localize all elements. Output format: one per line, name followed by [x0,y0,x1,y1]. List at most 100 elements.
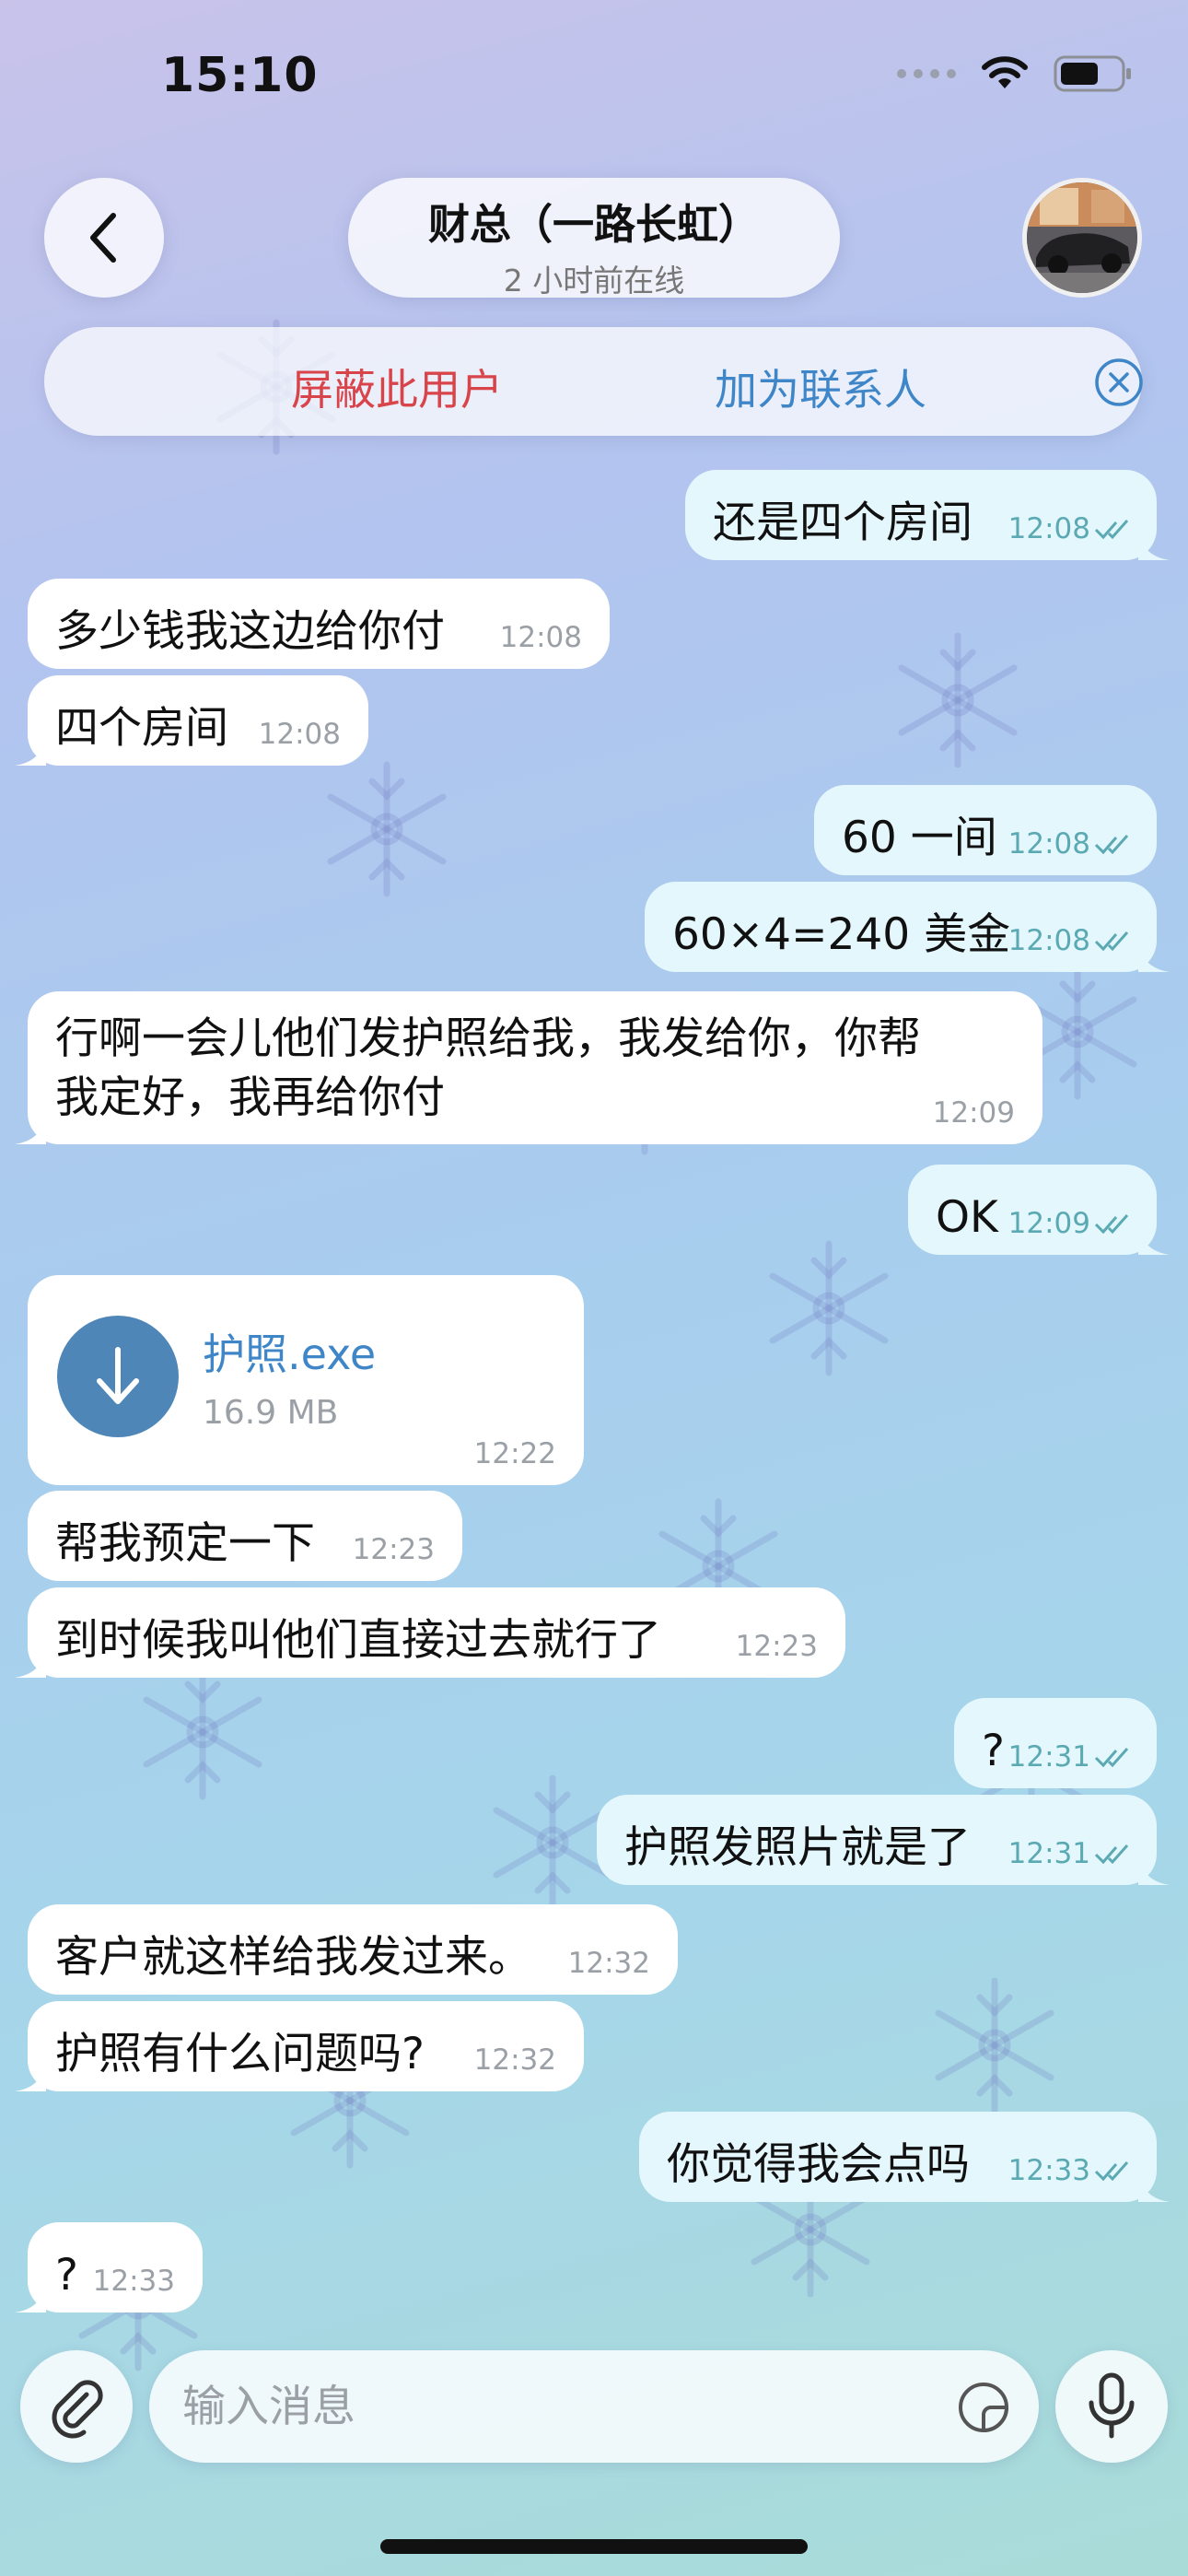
message-input[interactable] [182,2371,919,2442]
message-time: 12:23 [735,1630,818,1663]
paperclip-icon [52,2380,103,2439]
add-contact-button[interactable]: 加为联系人 [715,357,926,417]
status-icons [897,55,1133,92]
double-check-icon [1094,835,1129,855]
double-check-icon [1094,1748,1129,1768]
battery-icon [1054,55,1131,92]
bubble-tail [15,738,46,766]
chat-title[interactable]: 财总（一路长虹） 2 小时前在线 [348,178,840,299]
message-text: ? [982,1726,1005,1776]
message-text: 还是四个房间 [713,498,973,548]
message-outgoing[interactable]: 还是四个房间 12:08 [685,470,1170,560]
message-time: 12:09 [932,1096,1015,1130]
message-time: 12:09 [1007,1207,1090,1240]
message-time: 12:08 [499,621,582,654]
message-incoming[interactable]: 多少钱我这边给你付 12:08 [28,579,610,669]
bubble-tail [1138,533,1170,560]
message-outgoing[interactable]: 60×4=240 美金 12:08 [645,882,1170,972]
message-composer [149,2350,1039,2463]
message-outgoing[interactable]: ? 12:31 [954,1698,1157,1788]
file-message[interactable]: 护照.exe 16.9 MB 12:22 [28,1275,584,1485]
back-button[interactable] [44,178,164,298]
close-circle-icon[interactable] [1094,357,1144,407]
message-outgoing[interactable]: 护照发照片就是了 12:31 [597,1795,1170,1885]
message-text: 60×4=240 美金 [672,909,1011,960]
message-time: 12:32 [567,1947,650,1980]
message-text: 护照发照片就是了 [624,1822,971,1873]
message-time: 12:22 [473,1437,556,1470]
message-outgoing[interactable]: OK 12:09 [908,1165,1170,1255]
message-text: 到时候我叫他们直接过去就行了 [55,1615,661,1666]
message-meta: 12:31 [1008,1837,1135,1870]
bubble-tail [1138,944,1170,972]
message-time: 12:31 [1007,1740,1090,1774]
avatar-image [1027,182,1137,293]
block-user-button[interactable]: 屏蔽此用户 [291,357,503,417]
double-check-icon [1094,2161,1129,2182]
contact-action-bar: 屏蔽此用户 加为联系人 [44,327,1144,436]
avatar[interactable] [1022,178,1142,298]
message-meta: 12:08 [1008,924,1135,957]
signal-dots-icon [897,69,956,78]
message-incoming[interactable]: 帮我预定一下 12:23 [28,1491,462,1581]
message-meta: 12:31 [1008,1740,1135,1774]
home-indicator [380,2539,808,2554]
download-button[interactable] [57,1316,179,1437]
file-name[interactable]: 护照.exe [203,1325,376,1384]
message-text: OK [936,1192,998,1243]
message-text: ? [55,2250,78,2301]
bubble-tail [1138,1227,1170,1255]
message-text: 帮我预定一下 [55,1518,315,1569]
last-seen-status: 2 小时前在线 [503,263,685,299]
message-time: 12:33 [92,2265,175,2298]
sticker-icon[interactable] [956,2380,1011,2435]
message-text: 60 一间 [842,813,997,863]
message-meta: 12:33 [1008,2154,1135,2187]
chevron-left-icon [90,213,116,263]
double-check-icon [1094,1844,1129,1865]
message-time: 12:08 [1007,827,1090,861]
double-check-icon [1094,520,1129,540]
contact-name: 财总（一路长虹） [427,200,760,249]
message-text-line-1: 行啊一会儿他们发护照给我，我发给你，你帮 [55,1013,921,1064]
download-arrow-icon [97,1347,139,1404]
message-meta: 12:08 [1008,512,1135,545]
message-time: 12:33 [1007,2154,1090,2187]
file-size: 16.9 MB [203,1394,339,1432]
message-outgoing[interactable]: 60 一间 12:08 [814,785,1157,875]
bubble-tail [1138,2174,1170,2202]
attach-button[interactable] [20,2350,133,2463]
status-time: 15:10 [161,48,319,103]
bubble-tail [15,1117,46,1144]
message-time: 12:08 [1007,924,1090,957]
message-time: 12:23 [352,1533,435,1566]
message-meta: 12:08 [1008,827,1135,861]
message-time: 12:08 [1007,512,1090,545]
double-check-icon [1094,931,1129,952]
message-incoming[interactable]: 客户就这样给我发过来。 12:32 [28,1904,678,1995]
message-incoming[interactable]: 到时候我叫他们直接过去就行了 12:23 [15,1587,845,1678]
message-text: 客户就这样给我发过来。 [55,1932,531,1983]
message-text: 护照有什么问题吗? [55,2029,425,2079]
message-incoming[interactable]: 行啊一会儿他们发护照给我，我发给你，你帮 我定好，我再给你付 12:09 [15,991,1042,1144]
message-text: 四个房间 [55,703,228,754]
message-meta: 12:09 [1008,1207,1135,1240]
message-time: 12:31 [1007,1837,1090,1870]
bubble-tail [15,2285,46,2313]
voice-message-button[interactable] [1055,2350,1168,2463]
message-incoming[interactable]: ? 12:33 [15,2222,203,2313]
message-time: 12:32 [473,2043,556,2077]
bubble-tail [15,2064,46,2091]
bubble-tail [15,1650,46,1678]
bubble-tail [1138,1857,1170,1885]
wifi-icon [982,56,1028,88]
message-time: 12:08 [258,718,341,751]
message-outgoing[interactable]: 你觉得我会点吗 12:33 [639,2112,1170,2202]
microphone-icon [1089,2372,1135,2439]
message-text-line-2: 我定好，我再给你付 [55,1072,445,1123]
message-incoming[interactable]: 四个房间 12:08 [15,675,368,766]
message-text: 多少钱我这边给你付 [55,606,445,657]
message-text: 你觉得我会点吗 [667,2139,970,2190]
message-incoming[interactable]: 护照有什么问题吗? 12:32 [15,2001,584,2091]
double-check-icon [1094,1214,1129,1235]
